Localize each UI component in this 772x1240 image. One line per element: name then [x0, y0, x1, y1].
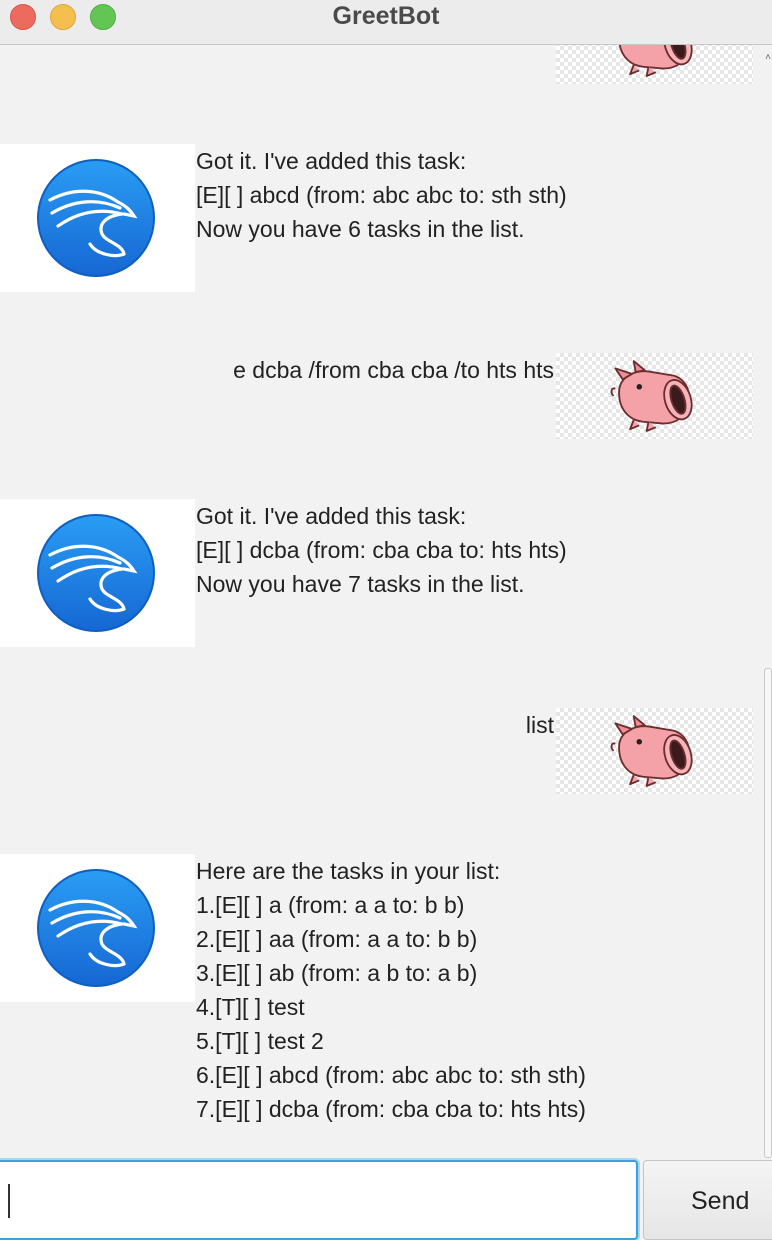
send-button-label: Send: [691, 1187, 750, 1215]
pig-icon: [608, 357, 700, 435]
user-avatar: [556, 708, 753, 794]
dragon-logo-icon: [36, 513, 156, 633]
dragon-logo-icon: [36, 158, 156, 278]
bot-avatar: [0, 144, 195, 292]
user-message: list: [525, 712, 554, 738]
bot-avatar: [0, 499, 195, 647]
title-bar: GreetBot: [0, 0, 772, 45]
scrollbar-thumb[interactable]: [764, 668, 772, 1158]
user-avatar-partial: [556, 45, 753, 84]
pig-icon: [608, 45, 700, 80]
input-bar: Send: [0, 1158, 772, 1240]
user-avatar: [556, 353, 753, 439]
chat-scroll-pane[interactable]: Got it. I've added this task: [E][ ] abc…: [0, 45, 764, 1158]
text-caret: [8, 1184, 10, 1218]
bot-avatar: [0, 854, 195, 1002]
bot-message: Got it. I've added this task: [E][ ] abc…: [196, 148, 567, 242]
message-input[interactable]: [0, 1160, 638, 1240]
window-title: GreetBot: [332, 2, 440, 30]
send-button[interactable]: Send: [643, 1160, 772, 1240]
user-message: e dcba /from cba cba /to hts hts: [233, 357, 554, 383]
pig-icon: [608, 712, 700, 790]
bot-message: Here are the tasks in your list: 1.[E][ …: [196, 858, 586, 1122]
dragon-logo-icon: [36, 868, 156, 988]
scroll-up-arrow-icon[interactable]: ˄: [764, 53, 772, 63]
bot-message: Got it. I've added this task: [E][ ] dcb…: [196, 503, 567, 597]
